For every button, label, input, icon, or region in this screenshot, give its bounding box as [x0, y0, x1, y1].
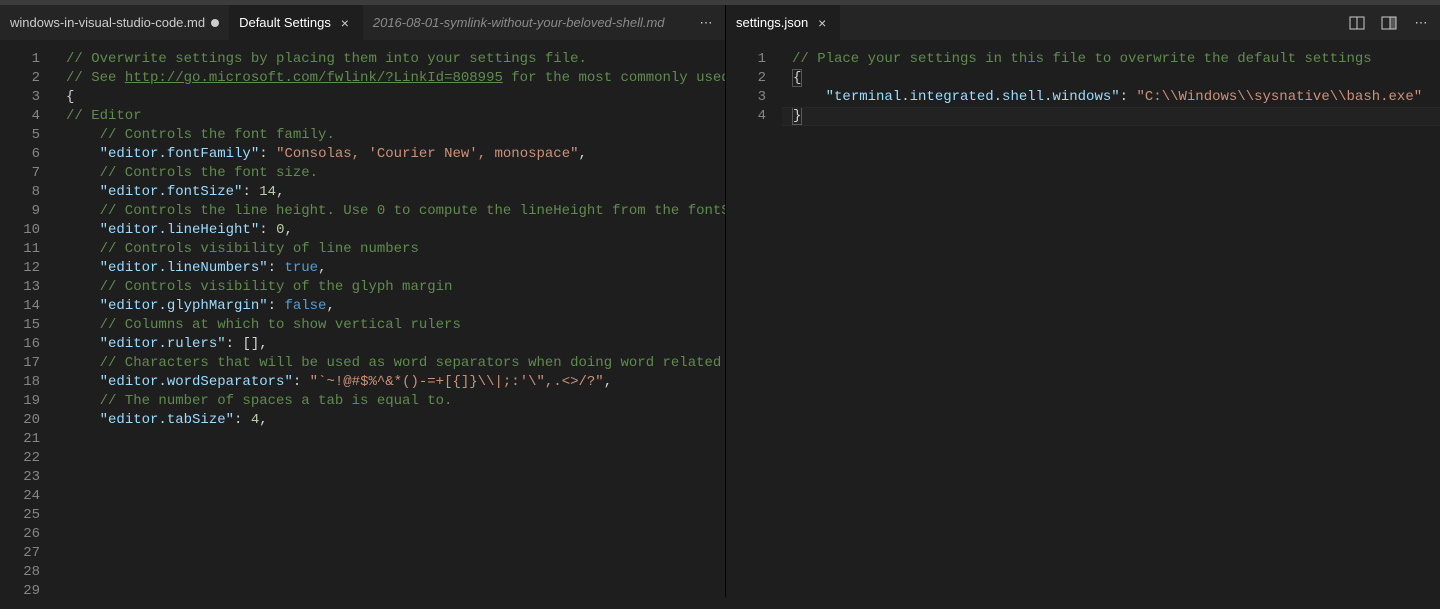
- more-actions-icon[interactable]: ⋯: [695, 12, 717, 34]
- tab-actions-right: ⋯: [1338, 5, 1440, 40]
- code-line[interactable]: "editor.lineNumbers": true,: [56, 259, 725, 278]
- code-right[interactable]: // Place your settings in this file to o…: [782, 40, 1440, 597]
- editor-group-left: windows-in-visual-studio-code.md Default…: [0, 5, 726, 597]
- tab-label: settings.json: [736, 15, 808, 30]
- tab-symlink-md[interactable]: 2016-08-01-symlink-without-your-beloved-…: [363, 5, 675, 40]
- tab-bar-right: settings.json × ⋯: [726, 5, 1440, 40]
- gutter-left: 1234567891011121314151617181920212223242…: [0, 40, 56, 597]
- code-line[interactable]: "editor.rulers": [],: [56, 335, 725, 354]
- code-line[interactable]: // The number of spaces a tab is equal t…: [56, 392, 725, 411]
- code-line[interactable]: {: [782, 69, 1440, 88]
- code-line[interactable]: "editor.glyphMargin": false,: [56, 297, 725, 316]
- tab-label: 2016-08-01-symlink-without-your-beloved-…: [373, 15, 665, 30]
- code-line[interactable]: "editor.lineHeight": 0,: [56, 221, 725, 240]
- more-actions-icon[interactable]: ⋯: [1410, 12, 1432, 34]
- tab-file-md[interactable]: windows-in-visual-studio-code.md: [0, 5, 229, 40]
- close-icon[interactable]: ×: [814, 15, 830, 31]
- code-line[interactable]: // Editor: [56, 107, 725, 126]
- tab-settings-json[interactable]: settings.json ×: [726, 5, 840, 40]
- tab-label: Default Settings: [239, 15, 331, 30]
- code-line[interactable]: // Overwrite settings by placing them in…: [56, 50, 725, 69]
- editor-left[interactable]: 1234567891011121314151617181920212223242…: [0, 40, 725, 597]
- tab-label: windows-in-visual-studio-code.md: [10, 15, 205, 30]
- code-left[interactable]: // Overwrite settings by placing them in…: [56, 40, 725, 597]
- code-line[interactable]: // Controls the font size.: [56, 164, 725, 183]
- code-line[interactable]: "editor.wordSeparators": "`~!@#$%^&*()-=…: [56, 373, 725, 392]
- code-line[interactable]: "terminal.integrated.shell.windows": "C:…: [782, 88, 1440, 107]
- tab-bar-left: windows-in-visual-studio-code.md Default…: [0, 5, 725, 40]
- dirty-indicator-icon: [211, 19, 219, 27]
- code-line[interactable]: "editor.fontFamily": "Consolas, 'Courier…: [56, 145, 725, 164]
- current-line-highlight: [782, 107, 1440, 126]
- close-icon[interactable]: ×: [337, 15, 353, 31]
- gutter-right: 1234: [726, 40, 782, 597]
- code-line[interactable]: // Controls visibility of the glyph marg…: [56, 278, 725, 297]
- code-line[interactable]: "editor.tabSize": 4,: [56, 411, 725, 430]
- tab-actions-left: ⋯: [687, 5, 725, 40]
- tab-default-settings[interactable]: Default Settings ×: [229, 5, 363, 40]
- editor-right[interactable]: 1234 // Place your settings in this file…: [726, 40, 1440, 597]
- code-line[interactable]: {: [56, 88, 725, 107]
- editor-group-right: settings.json × ⋯ 1234 // Place your set…: [726, 5, 1440, 597]
- code-line[interactable]: // Place your settings in this file to o…: [782, 50, 1440, 69]
- code-line[interactable]: // Columns at which to show vertical rul…: [56, 316, 725, 335]
- code-line[interactable]: "editor.fontSize": 14,: [56, 183, 725, 202]
- status-bar: [0, 597, 1440, 609]
- code-line[interactable]: // Controls the font family.: [56, 126, 725, 145]
- code-line[interactable]: // See http://go.microsoft.com/fwlink/?L…: [56, 69, 725, 88]
- code-line[interactable]: // Characters that will be used as word …: [56, 354, 725, 373]
- toggle-layout-icon[interactable]: [1378, 12, 1400, 34]
- split-editor-icon[interactable]: [1346, 12, 1368, 34]
- code-line[interactable]: // Controls the line height. Use 0 to co…: [56, 202, 725, 221]
- code-line[interactable]: // Controls visibility of line numbers: [56, 240, 725, 259]
- workspace: windows-in-visual-studio-code.md Default…: [0, 5, 1440, 597]
